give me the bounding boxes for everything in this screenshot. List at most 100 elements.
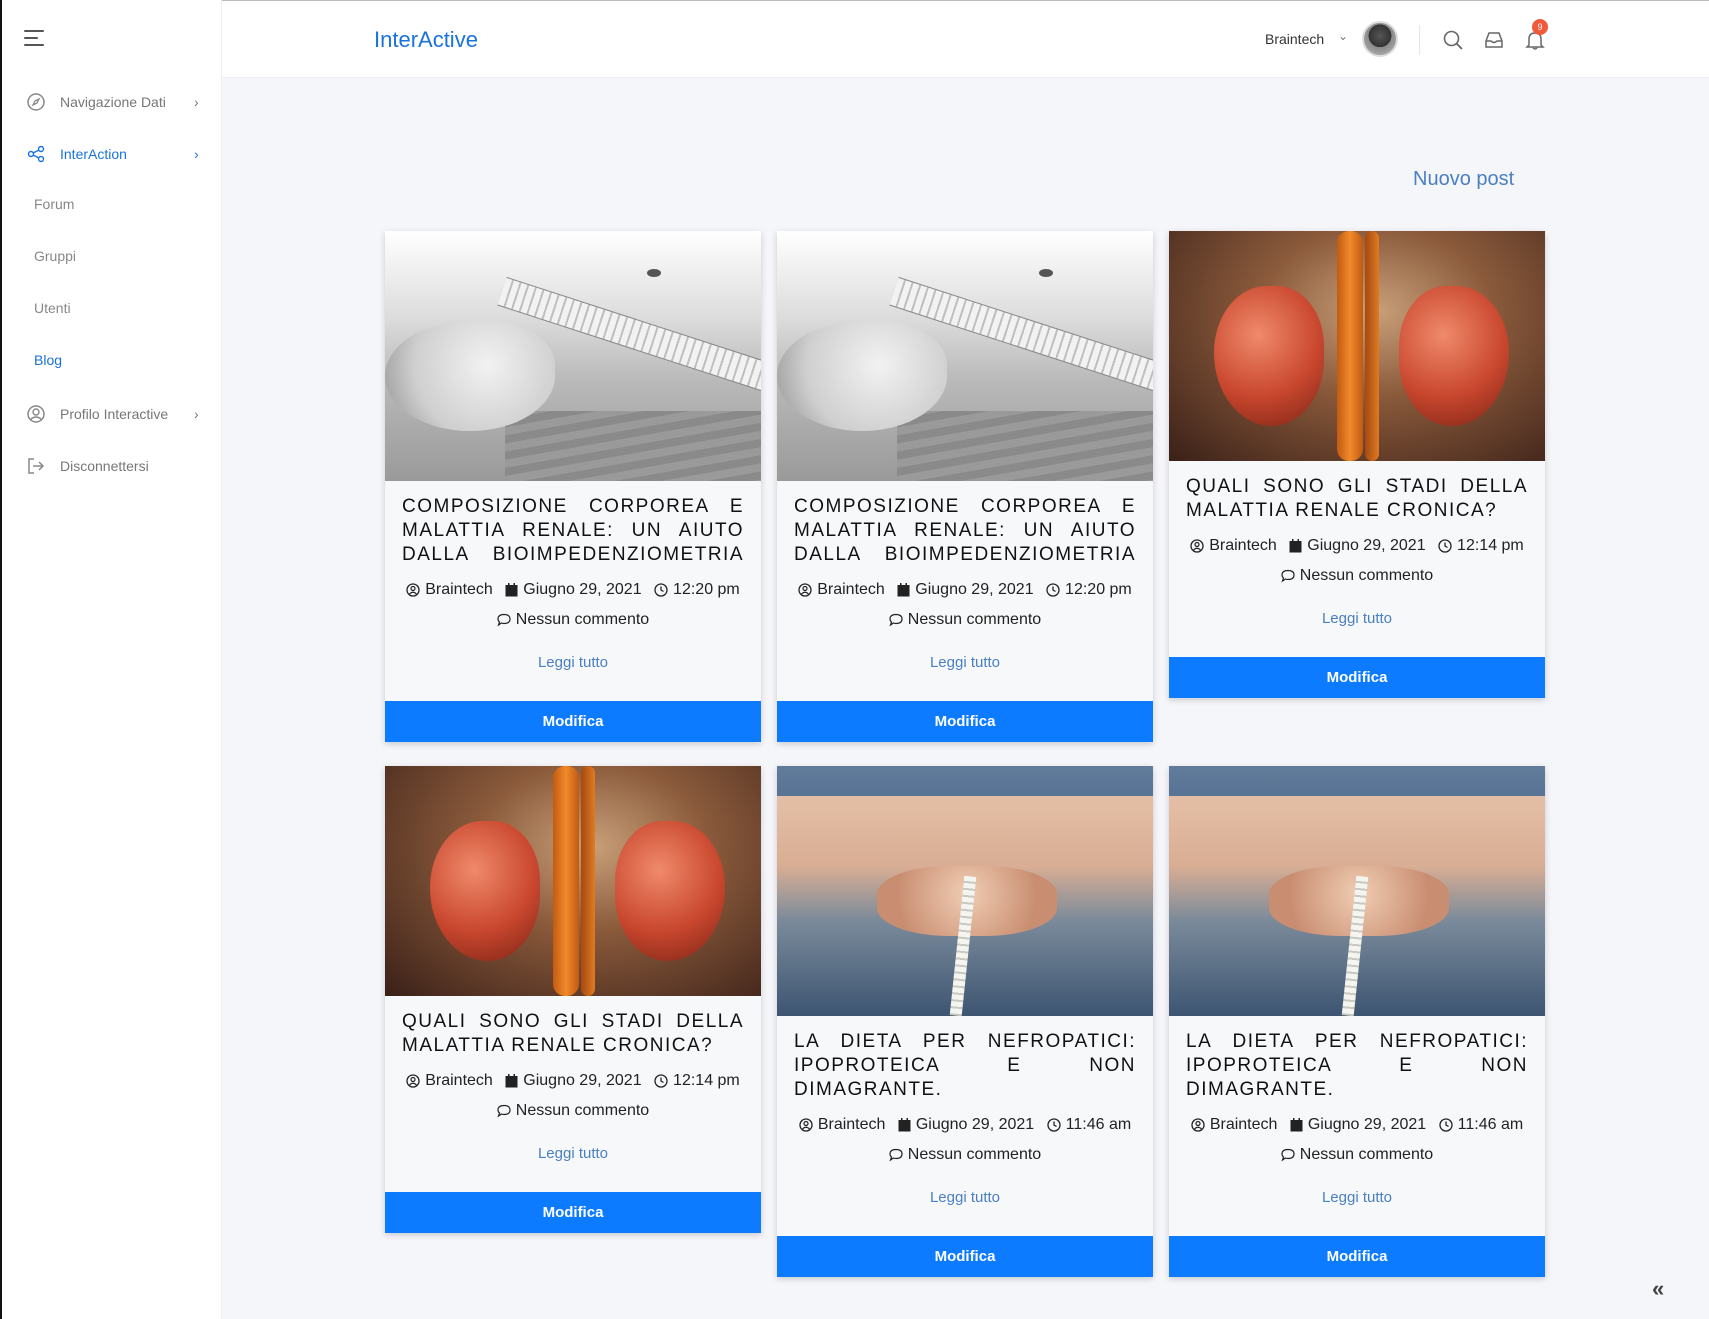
comment-icon	[497, 1104, 511, 1118]
edit-button[interactable]: Modifica	[1169, 1236, 1545, 1277]
post-title[interactable]: LA DIETA PER NEFROPATICI: IPOPROTEICA E …	[1169, 1016, 1545, 1102]
blog-card: QUALI SONO GLI STADI DELLA MALATTIA RENA…	[1169, 231, 1545, 698]
post-comments-label: Nessun commento	[515, 611, 650, 628]
comment-icon	[889, 613, 903, 627]
sidebar-item-navigazione-dati[interactable]: Navigazione Dati ›	[2, 82, 224, 122]
compass-icon	[26, 92, 46, 112]
post-time: 11:46 am	[1457, 1116, 1524, 1133]
user-icon	[406, 583, 420, 597]
clock-icon	[1438, 539, 1452, 553]
post-comments-label: Nessun commento	[1299, 567, 1434, 584]
avatar[interactable]	[1362, 21, 1398, 57]
clock-icon	[1046, 1118, 1061, 1132]
post-title[interactable]: LA DIETA PER NEFROPATICI: IPOPROTEICA E …	[777, 1016, 1153, 1102]
post-date: Giugno 29, 2021	[523, 1072, 642, 1089]
user-menu-name[interactable]: Braintech	[1265, 31, 1324, 47]
read-more-link[interactable]: Leggi tutto	[1169, 1189, 1545, 1206]
edit-button[interactable]: Modifica	[777, 1236, 1153, 1277]
comment-icon	[1281, 569, 1295, 583]
comment-icon	[1281, 1148, 1295, 1162]
search-icon[interactable]	[1442, 29, 1464, 51]
edit-button[interactable]: Modifica	[1169, 657, 1545, 698]
post-date: Giugno 29, 2021	[1307, 1116, 1427, 1133]
top-header: InterActive Braintech ⌄ 9	[222, 0, 1709, 78]
post-meta: Braintech Giugno 29, 2021 11:46 am	[777, 1116, 1153, 1137]
chevron-right-icon: ›	[194, 406, 199, 422]
post-meta: Braintech Giugno 29, 2021 12:20 pm	[777, 581, 1153, 602]
chevron-down-icon[interactable]: ⌄	[1338, 29, 1348, 43]
sidebar-item-interaction[interactable]: InterAction ›	[2, 134, 224, 174]
notification-badge: 9	[1532, 19, 1548, 35]
post-comments: Nessun commento	[1169, 1146, 1545, 1164]
post-image[interactable]	[777, 231, 1153, 481]
calendar-icon	[1290, 1118, 1303, 1132]
post-comments: Nessun commento	[777, 1146, 1153, 1164]
inbox-icon[interactable]	[1483, 29, 1505, 51]
chevrons-left-icon[interactable]: «	[1652, 1276, 1664, 1302]
post-image[interactable]	[777, 766, 1153, 1016]
sidebar-item-label: Profilo Interactive	[60, 406, 169, 422]
read-more-link[interactable]: Leggi tutto	[777, 654, 1153, 671]
sidebar-subitem-blog[interactable]: Blog	[34, 352, 62, 368]
header-divider	[1419, 25, 1420, 55]
sidebar-item-disconnettersi[interactable]: Disconnettersi	[2, 446, 224, 486]
calendar-icon	[897, 583, 910, 597]
read-more-link[interactable]: Leggi tutto	[385, 1145, 761, 1162]
post-title[interactable]: QUALI SONO GLI STADI DELLA MALATTIA RENA…	[385, 996, 761, 1058]
new-post-link[interactable]: Nuovo post	[1413, 168, 1514, 191]
edit-button[interactable]: Modifica	[385, 1192, 761, 1233]
post-meta: Braintech Giugno 29, 2021 12:14 pm	[385, 1072, 761, 1093]
sidebar-item-label: Disconnettersi	[60, 458, 149, 474]
calendar-icon	[1289, 539, 1302, 553]
post-image[interactable]	[385, 231, 761, 481]
user-icon	[1191, 1118, 1205, 1132]
sidebar-subitem-forum[interactable]: Forum	[34, 196, 74, 212]
sidebar-subitem-gruppi[interactable]: Gruppi	[34, 248, 76, 264]
calendar-icon	[505, 1074, 518, 1088]
calendar-icon	[505, 583, 518, 597]
post-comments: Nessun commento	[385, 611, 761, 629]
post-author: Braintech	[817, 1116, 886, 1133]
post-author: Braintech	[1209, 1116, 1278, 1133]
comment-icon	[889, 1148, 903, 1162]
user-icon	[798, 583, 812, 597]
clock-icon	[654, 583, 668, 597]
user-icon	[406, 1074, 420, 1088]
post-comments-label: Nessun commento	[907, 611, 1042, 628]
edit-button[interactable]: Modifica	[777, 701, 1153, 742]
post-image[interactable]	[385, 766, 761, 996]
post-image[interactable]	[1169, 766, 1545, 1016]
blog-card: COMPOSIZIONE CORPOREA E MALATTIA RENALE:…	[777, 231, 1153, 742]
edit-button[interactable]: Modifica	[385, 701, 761, 742]
post-title[interactable]: QUALI SONO GLI STADI DELLA MALATTIA RENA…	[1169, 461, 1545, 523]
clock-icon	[1046, 583, 1060, 597]
post-date: Giugno 29, 2021	[523, 581, 642, 598]
blog-card: LA DIETA PER NEFROPATICI: IPOPROTEICA E …	[1169, 766, 1545, 1277]
post-meta: Braintech Giugno 29, 2021 12:20 pm	[385, 581, 761, 602]
post-meta: Braintech Giugno 29, 2021 11:46 am	[1169, 1116, 1545, 1137]
post-author: Braintech	[1209, 537, 1277, 554]
sidebar-item-profilo-interactive[interactable]: Profilo Interactive ›	[2, 394, 224, 434]
menu-toggle-icon[interactable]	[24, 30, 46, 48]
user-icon	[1190, 539, 1204, 553]
read-more-link[interactable]: Leggi tutto	[777, 1189, 1153, 1206]
post-time: 12:20 pm	[1065, 581, 1132, 598]
read-more-link[interactable]: Leggi tutto	[385, 654, 761, 671]
post-time: 12:14 pm	[1457, 537, 1524, 554]
post-time: 12:14 pm	[673, 1072, 740, 1089]
post-date: Giugno 29, 2021	[915, 1116, 1035, 1133]
read-more-link[interactable]: Leggi tutto	[1169, 610, 1545, 627]
sidebar-item-label: Navigazione Dati	[60, 94, 166, 110]
post-title[interactable]: COMPOSIZIONE CORPOREA E MALATTIA RENALE:…	[385, 481, 761, 567]
post-meta: Braintech Giugno 29, 2021 12:14 pm	[1169, 537, 1545, 558]
blog-card: LA DIETA PER NEFROPATICI: IPOPROTEICA E …	[777, 766, 1153, 1277]
sidebar-subitem-utenti[interactable]: Utenti	[34, 300, 71, 316]
clock-icon	[1438, 1118, 1453, 1132]
post-date: Giugno 29, 2021	[1307, 537, 1426, 554]
post-comments-label: Nessun commento	[907, 1146, 1042, 1163]
sidebar: Navigazione Dati › InterAction › Forum G…	[0, 0, 222, 1319]
post-image[interactable]	[1169, 231, 1545, 461]
post-title[interactable]: COMPOSIZIONE CORPOREA E MALATTIA RENALE:…	[777, 481, 1153, 567]
chevron-right-icon: ›	[194, 146, 199, 162]
brand-logo[interactable]: InterActive	[374, 27, 478, 53]
